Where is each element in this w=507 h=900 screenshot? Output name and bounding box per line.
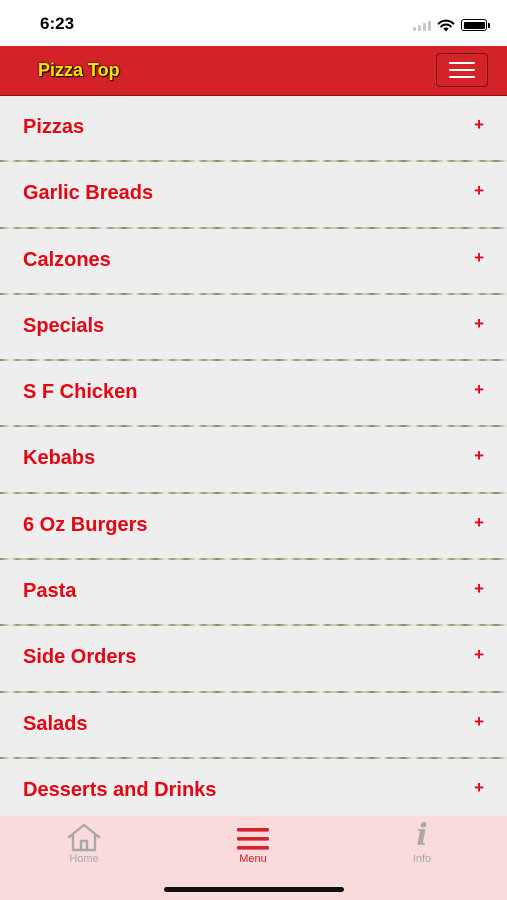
menu-item-kebabs[interactable]: Kebabs + [0, 427, 507, 494]
menu-item-label: Pizzas [23, 116, 85, 138]
menu-item-garlic-breads[interactable]: Garlic Breads + [0, 162, 507, 229]
home-indicator [164, 887, 344, 892]
tab-label: Menu [239, 853, 267, 865]
menu-item-label: Desserts and Drinks [23, 778, 217, 801]
status-bar: 6:23 [0, 0, 507, 46]
menu-item-label: Side Orders [23, 646, 137, 669]
tab-label: Home [69, 853, 99, 865]
menu-item-label: 6 Oz Burgers [23, 513, 148, 536]
menu-item-calzones[interactable]: Calzones + [0, 228, 507, 295]
menu-category-list: Pizzas + Garlic Breads + Calzones + Spec… [0, 96, 507, 826]
menu-item-salads[interactable]: Salads + [0, 692, 507, 759]
menu-item-pasta[interactable]: Pasta + [0, 560, 507, 627]
tab-home[interactable]: Home [44, 820, 124, 865]
expand-plus-icon[interactable]: + [474, 248, 484, 268]
app-title: Pizza Top [38, 60, 120, 80]
menu-item-label: Pasta [23, 580, 77, 603]
menu-item-label: S F Chicken [23, 381, 138, 404]
battery-icon [461, 19, 490, 31]
expand-plus-icon[interactable]: + [474, 513, 484, 533]
menu-item-6oz-burgers[interactable]: 6 Oz Burgers + [0, 493, 507, 561]
menu-item-label: Kebabs [23, 447, 96, 470]
hamburger-icon [449, 62, 475, 64]
app-header: Pizza Top [0, 46, 507, 96]
home-icon [67, 823, 101, 852]
expand-plus-icon[interactable]: + [474, 115, 484, 135]
expand-plus-icon[interactable]: + [474, 579, 484, 599]
menu-item-specials[interactable]: Specials + [0, 294, 507, 362]
wifi-icon [437, 19, 455, 31]
menu-item-pizzas[interactable]: Pizzas + [0, 96, 507, 163]
expand-plus-icon[interactable]: + [474, 314, 484, 334]
expand-plus-icon[interactable]: + [474, 712, 484, 732]
tab-menu[interactable]: Menu [213, 820, 293, 865]
expand-plus-icon[interactable]: + [474, 446, 484, 466]
bottom-tab-bar: Home Menu i Info [0, 816, 507, 900]
expand-plus-icon[interactable]: + [474, 778, 484, 798]
status-icons [413, 16, 490, 34]
info-icon: i [416, 818, 428, 853]
expand-plus-icon[interactable]: + [474, 380, 484, 400]
expand-plus-icon[interactable]: + [474, 181, 484, 201]
status-time: 6:23 [40, 14, 75, 33]
cellular-signal-icon [413, 19, 431, 31]
menu-item-label: Salads [23, 712, 88, 735]
tab-info[interactable]: i Info [382, 818, 462, 866]
hamburger-menu-button[interactable] [436, 53, 488, 87]
menu-item-label: Specials [23, 314, 105, 337]
menu-item-label: Garlic Breads [23, 182, 154, 205]
expand-plus-icon[interactable]: + [474, 645, 484, 665]
menu-item-sf-chicken[interactable]: S F Chicken + [0, 361, 507, 428]
menu-item-label: Calzones [23, 248, 111, 271]
menu-icon [237, 828, 269, 850]
tab-label: Info [412, 853, 432, 865]
menu-item-side-orders[interactable]: Side Orders + [0, 626, 507, 693]
